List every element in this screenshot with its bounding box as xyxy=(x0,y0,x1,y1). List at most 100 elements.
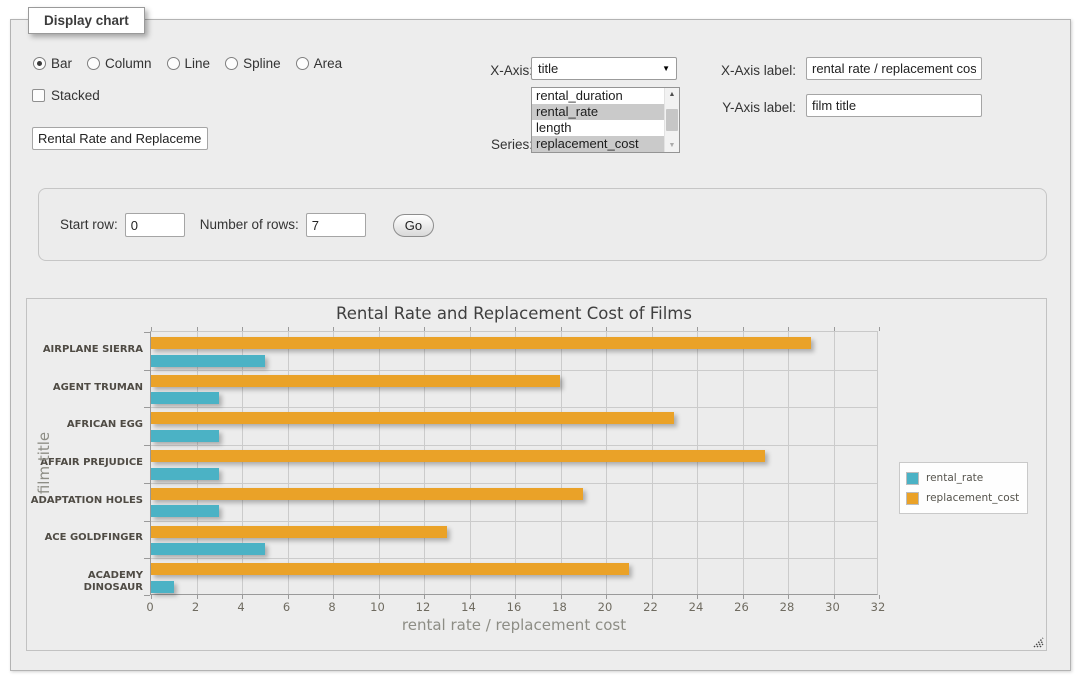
x-tick-mark xyxy=(788,327,789,331)
go-button[interactable]: Go xyxy=(393,214,434,237)
x-tick-label: 6 xyxy=(267,600,307,614)
x-tick-mark xyxy=(197,595,198,599)
bar-replacement_cost[interactable] xyxy=(151,450,765,462)
x-tick-label: 10 xyxy=(358,600,398,614)
stacked-checkbox[interactable] xyxy=(32,89,45,102)
y-tick-mark xyxy=(144,332,150,333)
series-option-length[interactable]: length xyxy=(532,120,664,136)
chart-type-radio-spline[interactable]: Spline xyxy=(225,56,281,71)
y-axis-label-input[interactable] xyxy=(806,94,982,117)
bar-rental_rate[interactable] xyxy=(151,355,265,367)
bar-rental_rate[interactable] xyxy=(151,430,219,442)
series-listbox[interactable]: rental_durationrental_ratelengthreplacem… xyxy=(531,87,680,153)
bar-rental_rate[interactable] xyxy=(151,543,265,555)
gridline-vertical xyxy=(561,332,562,594)
bar-replacement_cost[interactable] xyxy=(151,488,583,500)
x-tick-label: 14 xyxy=(449,600,489,614)
legend-swatch xyxy=(906,472,919,485)
x-tick-mark xyxy=(515,595,516,599)
x-tick-label: 26 xyxy=(722,600,762,614)
resize-grip-icon[interactable] xyxy=(1032,636,1044,648)
number-of-rows-input[interactable] xyxy=(306,213,366,237)
x-tick-mark xyxy=(561,327,562,331)
radio-label: Spline xyxy=(243,56,281,71)
x-tick-mark xyxy=(515,327,516,331)
x-tick-label: 8 xyxy=(312,600,352,614)
radio-icon[interactable] xyxy=(296,57,309,70)
x-axis-title: rental rate / replacement cost xyxy=(150,616,878,634)
page: Display chart Bar Column Line Spline Area St… xyxy=(0,0,1081,681)
x-tick-mark xyxy=(606,327,607,331)
bar-rental_rate[interactable] xyxy=(151,468,219,480)
radio-icon[interactable] xyxy=(87,57,100,70)
x-tick-mark xyxy=(697,327,698,331)
bar-rental_rate[interactable] xyxy=(151,581,174,593)
legend-item-rental_rate: rental_rate xyxy=(906,468,1019,488)
series-option-rental_duration[interactable]: rental_duration xyxy=(532,88,664,104)
legend-label: rental_rate xyxy=(926,472,983,484)
radio-icon[interactable] xyxy=(225,57,238,70)
category-label: ACADEMY DINOSAUR xyxy=(27,570,143,594)
series-option-rental_rate[interactable]: rental_rate xyxy=(532,104,664,120)
bar-rental_rate[interactable] xyxy=(151,505,219,517)
gridline-vertical xyxy=(333,332,334,594)
radio-label: Bar xyxy=(51,56,72,71)
chart-type-radio-bar[interactable]: Bar xyxy=(33,56,72,71)
y-tick-mark xyxy=(144,445,150,446)
gridline-vertical xyxy=(470,332,471,594)
x-axis-select[interactable]: title ▼ xyxy=(531,57,677,80)
x-tick-mark xyxy=(151,595,152,599)
x-tick-label: 22 xyxy=(631,600,671,614)
x-tick-mark xyxy=(470,327,471,331)
chart-type-radio-area[interactable]: Area xyxy=(296,56,343,71)
bar-replacement_cost[interactable] xyxy=(151,526,447,538)
x-tick-label: 18 xyxy=(540,600,580,614)
radio-label: Column xyxy=(105,56,152,71)
y-tick-mark xyxy=(144,407,150,408)
chart-title-input[interactable] xyxy=(32,127,208,150)
chart-container: Rental Rate and Replacement Cost of Film… xyxy=(26,298,1047,651)
series-options: rental_durationrental_ratelengthreplacem… xyxy=(532,88,664,152)
y-tick-mark xyxy=(144,483,150,484)
chart-title: Rental Rate and Replacement Cost of Film… xyxy=(150,304,878,323)
bar-replacement_cost[interactable] xyxy=(151,337,811,349)
gridline-vertical xyxy=(424,332,425,594)
start-row-input[interactable] xyxy=(125,213,185,237)
x-tick-mark xyxy=(561,595,562,599)
gridline-vertical xyxy=(652,332,653,594)
stacked-option[interactable]: Stacked xyxy=(32,88,100,103)
x-tick-label: 20 xyxy=(585,600,625,614)
display-chart-panel: BarColumnLineSplineArea Stacked X-Axis: … xyxy=(10,19,1071,671)
bar-replacement_cost[interactable] xyxy=(151,412,674,424)
bar-replacement_cost[interactable] xyxy=(151,563,629,575)
panel-title: Display chart xyxy=(28,7,145,34)
gridline-vertical xyxy=(606,332,607,594)
plot-area xyxy=(150,331,878,595)
scroll-down-icon[interactable]: ▼ xyxy=(665,139,679,152)
x-tick-mark xyxy=(788,595,789,599)
x-tick-label: 4 xyxy=(221,600,261,614)
chart-type-radio-line[interactable]: Line xyxy=(167,56,211,71)
x-tick-label: 16 xyxy=(494,600,534,614)
bar-rental_rate[interactable] xyxy=(151,392,219,404)
category-label: ACE GOLDFINGER xyxy=(27,532,143,544)
x-tick-mark xyxy=(197,327,198,331)
x-tick-mark xyxy=(242,327,243,331)
x-axis-label-label: X-Axis label: xyxy=(666,60,796,82)
x-axis-selected-value: title xyxy=(538,61,558,76)
gridline-horizontal xyxy=(151,445,877,446)
y-tick-mark xyxy=(144,558,150,559)
series-option-replacement_cost[interactable]: replacement_cost xyxy=(532,136,664,152)
y-axis-title: film title xyxy=(35,428,51,498)
chart-type-radio-column[interactable]: Column xyxy=(87,56,152,71)
radio-label: Line xyxy=(185,56,211,71)
radio-icon[interactable] xyxy=(33,57,46,70)
gridline-vertical xyxy=(834,332,835,594)
bar-replacement_cost[interactable] xyxy=(151,375,560,387)
x-axis-label-input[interactable] xyxy=(806,57,982,80)
legend-label: replacement_cost xyxy=(926,492,1019,504)
x-tick-mark xyxy=(424,595,425,599)
radio-icon[interactable] xyxy=(167,57,180,70)
x-tick-label: 12 xyxy=(403,600,443,614)
chart-type-radio-group: Bar Column Line Spline Area xyxy=(33,56,342,71)
